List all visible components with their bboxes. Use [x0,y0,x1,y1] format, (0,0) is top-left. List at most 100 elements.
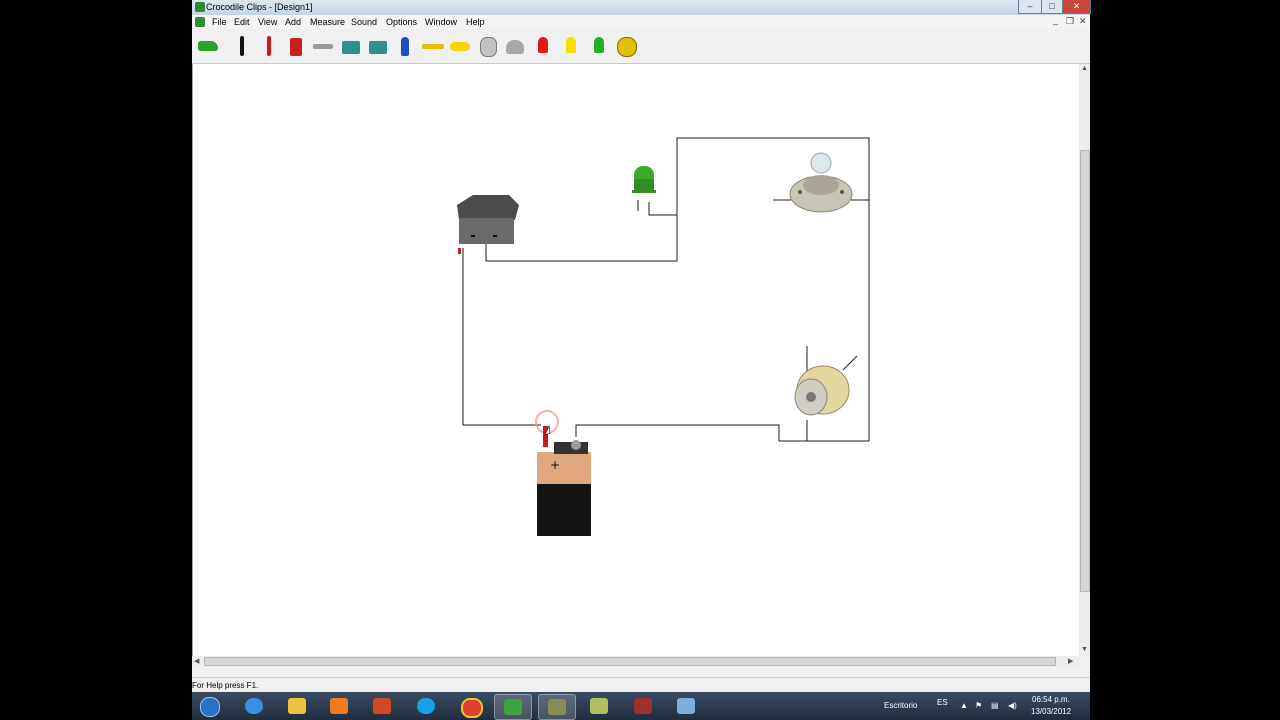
scroll-left-icon[interactable]: ◀ [194,657,199,665]
taskbar-film-button[interactable] [625,694,661,718]
lamp-tool-button[interactable] [502,32,528,60]
crocodile-icon [198,41,218,51]
scroll-right-icon[interactable]: ▶ [1068,657,1073,665]
taskbar-notes-button[interactable] [581,694,617,718]
red-led-tool-button[interactable] [530,32,556,60]
green-led[interactable] [632,166,656,193]
document-icon[interactable] [195,17,205,27]
motor-tool-button[interactable] [475,32,501,60]
status-bar: For Help press F1. [192,677,1090,693]
start-button[interactable] [194,694,224,718]
green-led-icon [594,37,604,53]
vertical-scrollbar[interactable]: ▲ ▼ [1079,64,1090,656]
media-player-icon [330,698,348,714]
yellow-led-tool-button[interactable] [558,32,584,60]
battery[interactable]: + [537,440,591,536]
doc-minimize-button[interactable]: _ [1053,15,1058,25]
lamp-icon [506,40,524,54]
taskbar-chrome-button[interactable] [452,694,488,718]
probe-meter-tool-button[interactable] [613,32,639,60]
scroll-up-icon[interactable]: ▲ [1081,65,1088,72]
menu-edit[interactable]: Edit [234,17,250,27]
buzzer-tool-button[interactable] [447,32,473,60]
scroll-down-icon[interactable]: ▼ [1081,646,1088,653]
title-bar: Crocodile Clips - [Design1] – □ ✕ [192,0,1091,15]
red-led-icon [538,37,548,53]
action-center-flag-icon[interactable]: ⚑ [975,701,982,710]
battery-icon [290,38,302,56]
close-button[interactable]: ✕ [1062,0,1091,14]
fuse-icon [422,44,444,49]
wire-left[interactable] [462,248,541,426]
circuit-canvas[interactable]: + [192,64,1082,656]
circuit-diagram: + [457,137,870,536]
green-led-tool-button[interactable] [586,32,612,60]
menu-options[interactable]: Options [386,17,417,27]
taskbar-powerpoint-button[interactable] [364,694,400,718]
motor-shaft [842,355,858,371]
window-icon [677,698,695,714]
lamp[interactable] [789,152,853,213]
desktop-toolbar-label[interactable]: Escritorio [884,701,917,710]
skype-icon [417,698,435,714]
menu-view[interactable]: View [258,17,277,27]
vertical-scroll-thumb[interactable] [1080,150,1090,592]
red-probe-tool-button[interactable] [256,32,282,60]
wire-led[interactable] [648,202,677,216]
crocodile-clips-logo-icon [195,2,205,12]
switch-alt-icon [369,41,387,54]
battery-plus-label: + [550,458,560,472]
resistor-icon [313,44,333,49]
fuse-tool-button[interactable] [420,32,446,60]
buzzer-icon [450,42,470,51]
ie-icon [245,698,263,714]
black-probe-tool-button[interactable] [229,32,255,60]
push-switch-tool-button[interactable] [392,32,418,60]
probe-meter-icon [617,37,637,57]
show-hidden-icons-icon[interactable]: ▲ [960,701,968,710]
menu-window[interactable]: Window [425,17,457,27]
film-icon [634,698,652,714]
crocodile-tool-button[interactable] [195,32,221,60]
clock-date[interactable]: 13/03/2012 [1031,707,1071,716]
yellow-led-icon [566,37,576,53]
language-indicator[interactable]: ES [937,698,948,707]
menu-measure[interactable]: Measure [310,17,345,27]
battery-tool-button[interactable] [283,32,309,60]
taskbar-crocodile-clips-button[interactable] [494,694,532,720]
taskbar-skype-button[interactable] [408,694,444,718]
motor[interactable] [794,365,850,416]
chrome-icon [461,698,483,718]
switch-alt-tool-button[interactable] [365,32,391,60]
taskbar-ie-button[interactable] [236,694,272,718]
minimize-button[interactable]: – [1018,0,1042,14]
powerpoint-icon [373,698,391,714]
clock-time[interactable]: 06:54 p.m. [1032,695,1070,704]
taskbar-media-button[interactable] [321,694,357,718]
doc-close-button[interactable]: ✕ [1079,16,1087,27]
menu-sound[interactable]: Sound [351,17,377,27]
notes-icon [590,698,608,714]
red-probe-icon [267,36,271,56]
doc-restore-button[interactable]: ❐ [1066,16,1074,27]
volume-icon[interactable]: ◀) [1008,701,1017,710]
taskbar-window-button[interactable] [668,694,704,718]
menu-bar: File Edit View Add Measure Sound Options… [192,15,1090,29]
cursor-probe [535,410,559,447]
crocodile-clips-icon [504,699,522,715]
switch-tool-button[interactable] [338,32,364,60]
maximize-button[interactable]: □ [1041,0,1063,14]
menu-add[interactable]: Add [285,17,301,27]
motor-icon [480,37,497,57]
taskbar-network-button[interactable] [538,694,576,720]
network-tray-icon[interactable]: ▤ [991,701,999,710]
switch-icon [342,41,360,54]
resistor-tool-button[interactable] [310,32,336,60]
taskbar-explorer-button[interactable] [279,694,315,718]
horizontal-scroll-thumb[interactable] [204,657,1056,666]
menu-help[interactable]: Help [466,17,485,27]
menu-file[interactable]: File [212,17,227,27]
horizontal-scrollbar[interactable]: ◀ ▶ [192,656,1079,667]
rocker-switch[interactable] [457,195,519,254]
status-text: For Help press F1. [192,681,259,690]
